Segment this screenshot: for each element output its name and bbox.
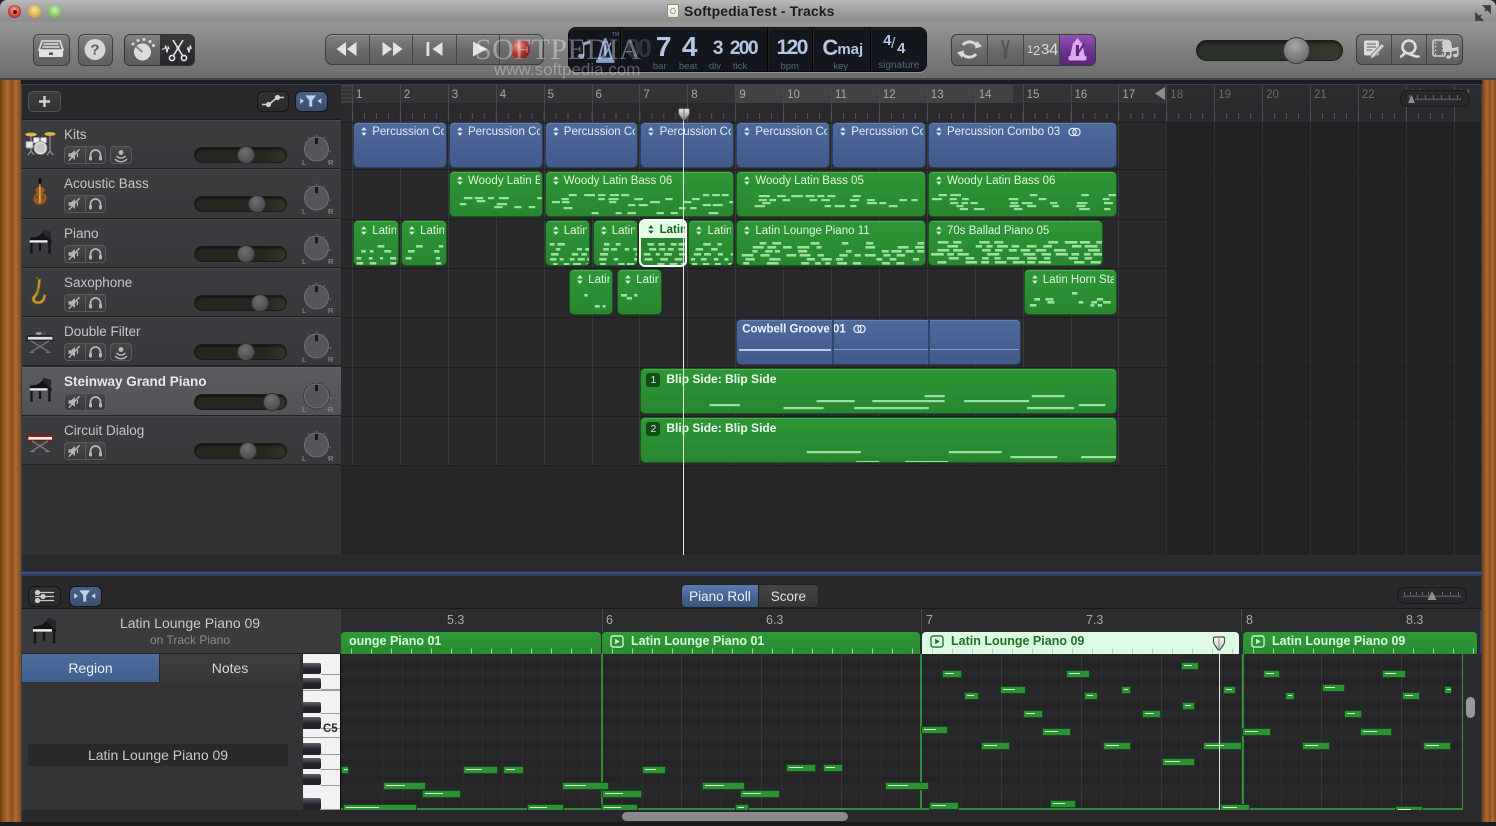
svg-text:L: L	[302, 207, 306, 216]
svg-text:R: R	[328, 355, 334, 364]
svg-text:R: R	[328, 207, 334, 216]
svg-text:L: L	[302, 158, 306, 167]
svg-text:?: ?	[90, 42, 99, 59]
svg-text:R: R	[328, 454, 334, 463]
svg-text:R: R	[328, 405, 334, 414]
svg-text:L: L	[302, 454, 306, 463]
svg-text:R: R	[328, 158, 334, 167]
svg-text:L: L	[302, 355, 306, 364]
svg-text:R: R	[328, 257, 334, 266]
svg-text:L: L	[302, 257, 306, 266]
svg-text:L: L	[302, 306, 306, 315]
svg-text:R: R	[328, 306, 334, 315]
svg-text:L: L	[302, 405, 306, 414]
